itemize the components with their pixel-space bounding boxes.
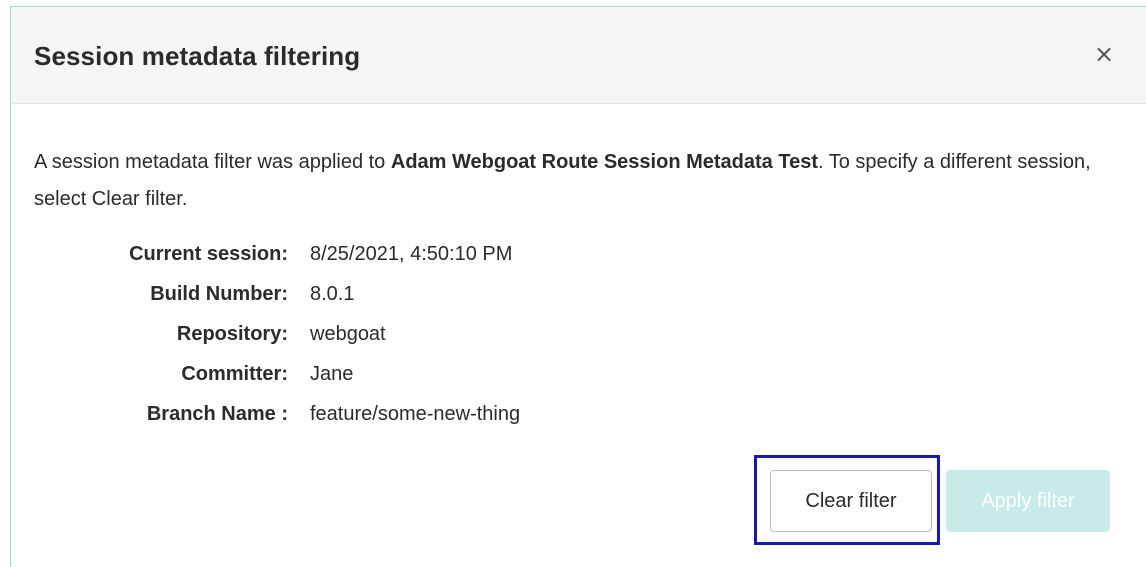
metadata-value: webgoat — [310, 322, 386, 345]
session-name: Adam Webgoat Route Session Metadata Test — [390, 151, 818, 173]
clear-filter-button[interactable]: Clear filter — [770, 470, 932, 532]
metadata-row-repository: Repository: webgoat — [34, 314, 520, 354]
apply-filter-button[interactable]: Apply filter — [946, 470, 1110, 532]
close-icon[interactable]: × — [1092, 42, 1116, 67]
metadata-label: Committer: — [181, 362, 288, 385]
metadata-row-committer: Committer: Jane — [34, 354, 520, 394]
metadata-row-current-session: Current session: 8/25/2021, 4:50:10 PM — [34, 234, 520, 274]
metadata-value: feature/some-new-thing — [310, 402, 521, 425]
intro-prefix: A session metadata filter was applied to — [34, 151, 391, 173]
dialog-title: Session metadata filtering — [34, 41, 361, 71]
metadata-label: Branch Name : — [146, 402, 288, 425]
metadata-value: 8.0.1 — [310, 282, 355, 305]
metadata-row-branch-name: Branch Name : feature/some-new-thing — [34, 394, 520, 434]
metadata-row-build-number: Build Number: 8.0.1 — [34, 274, 520, 314]
metadata-label: Repository: — [176, 322, 288, 345]
dialog-header: Session metadata filtering × — [11, 7, 1146, 104]
intro-text: A session metadata filter was applied to… — [34, 144, 1094, 218]
session-metadata-list: Current session: 8/25/2021, 4:50:10 PM B… — [34, 234, 520, 434]
metadata-label: Build Number: — [150, 282, 288, 305]
metadata-value: 8/25/2021, 4:50:10 PM — [310, 242, 513, 265]
metadata-value: Jane — [310, 362, 354, 385]
metadata-label: Current session: — [129, 242, 288, 265]
